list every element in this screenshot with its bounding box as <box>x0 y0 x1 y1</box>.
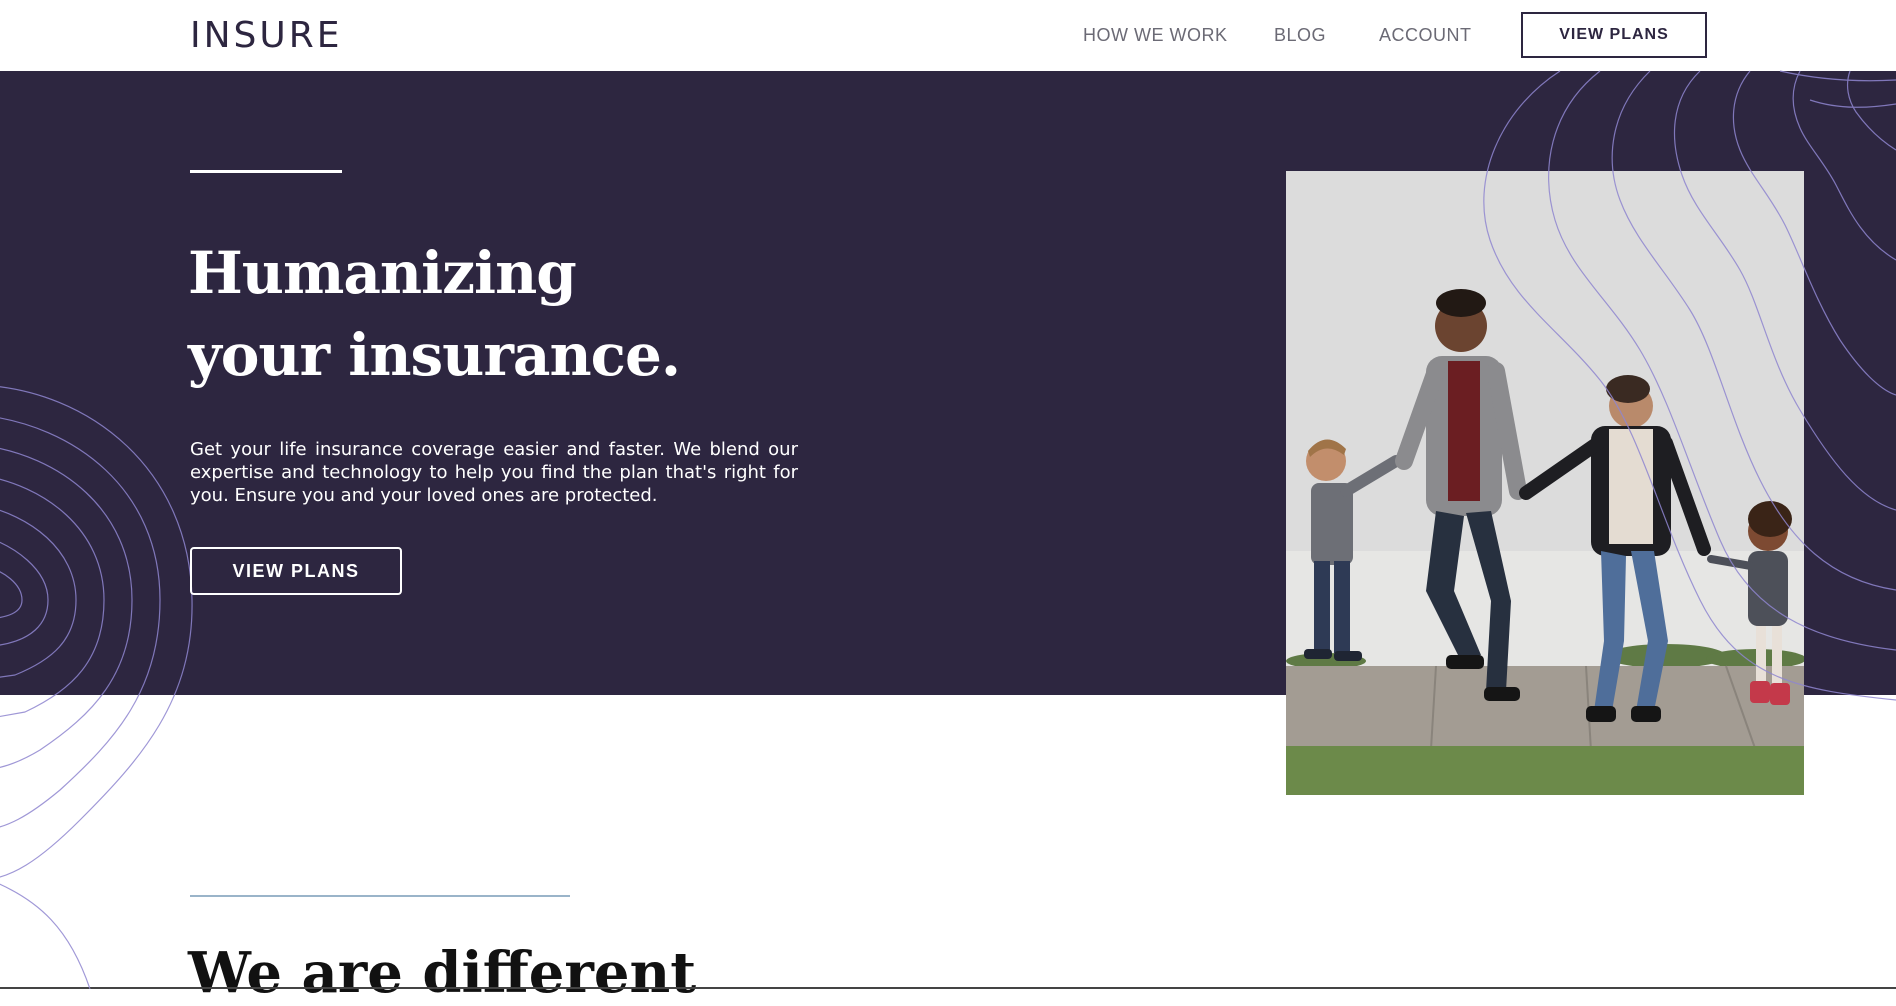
hero-description: Get your life insurance coverage easier … <box>190 439 798 506</box>
hero-title: Humanizing your insurance. <box>188 232 681 396</box>
view-plans-nav-button[interactable]: VIEW PLANS <box>1521 12 1707 58</box>
nav-link-blog[interactable]: BLOG <box>1274 25 1326 46</box>
section-title: We are different <box>188 940 697 1006</box>
top-navigation-bar: INSURE HOW WE WORK BLOG ACCOUNT VIEW PLA… <box>0 0 1896 70</box>
hero-title-line-1: Humanizing <box>188 239 577 307</box>
logo[interactable]: INSURE <box>190 15 343 56</box>
view-plans-hero-button[interactable]: VIEW PLANS <box>190 547 402 595</box>
hero-family-photo <box>1286 171 1804 795</box>
family-photo-illustration <box>1286 171 1804 795</box>
nav-link-account[interactable]: ACCOUNT <box>1379 25 1472 46</box>
section-divider <box>190 895 570 897</box>
nav-link-how-we-work[interactable]: HOW WE WORK <box>1083 25 1227 46</box>
hero-title-line-2: your insurance. <box>188 321 681 389</box>
hero-divider <box>190 170 342 173</box>
